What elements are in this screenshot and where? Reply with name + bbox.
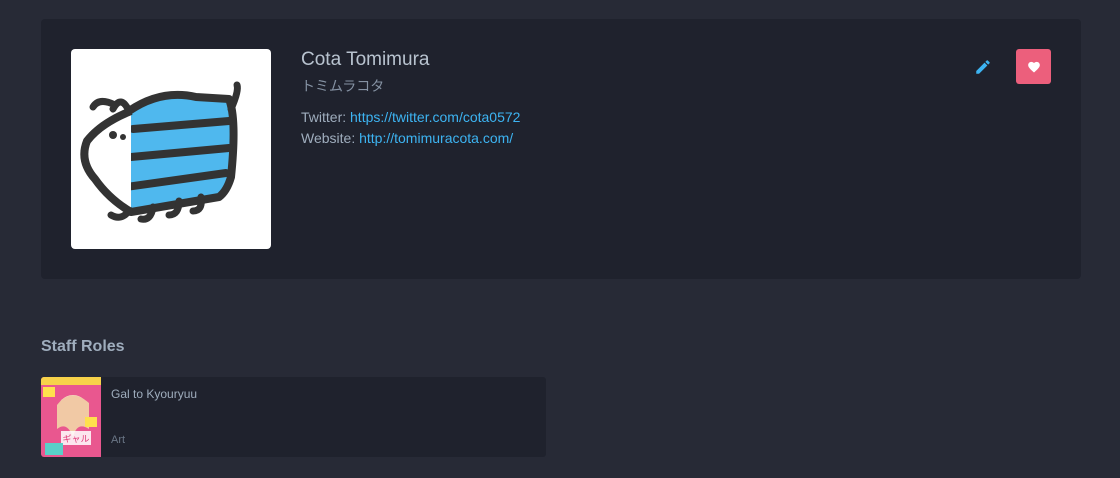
staff-avatar	[71, 49, 271, 249]
staff-name: Cota Tomimura	[301, 49, 430, 70]
role-name: Art	[111, 434, 126, 446]
staff-roles-title: Staff Roles	[41, 338, 125, 355]
svg-text:ギャル: ギャル	[62, 434, 89, 445]
website-link[interactable]: http://tomimuracota.com/	[359, 130, 513, 146]
staff-page: Cota Tomimura トミムラコタ Twitter: https://tw…	[0, 0, 1120, 478]
favourite-button[interactable]	[1016, 49, 1051, 84]
twitter-link[interactable]: https://twitter.com/cota0572	[350, 109, 520, 125]
pencil-icon	[976, 60, 990, 74]
staff-header-card: Cota Tomimura トミムラコタ Twitter: https://tw…	[41, 19, 1081, 279]
staff-info: Cota Tomimura トミムラコタ Twitter: https://tw…	[301, 49, 901, 149]
role-card[interactable]: ギャル Gal to Kyouryuu Art	[41, 377, 546, 457]
cover-art: ギャル	[41, 377, 101, 457]
staff-native-name: トミムラコタ	[301, 78, 385, 94]
website-label: Website:	[301, 130, 360, 146]
twitter-label: Twitter:	[301, 109, 351, 125]
staff-avatar-image	[80, 81, 241, 223]
twitter-line: Twitter: https://twitter.com/cota0572	[301, 107, 901, 128]
staff-description: Twitter: https://twitter.com/cota0572 We…	[301, 107, 901, 149]
website-line: Website: http://tomimuracota.com/	[301, 128, 901, 149]
role-media-title[interactable]: Gal to Kyouryuu	[111, 387, 197, 401]
edit-button[interactable]	[971, 55, 995, 79]
heart-icon	[1027, 61, 1040, 73]
role-cover-image[interactable]: ギャル	[41, 377, 101, 457]
